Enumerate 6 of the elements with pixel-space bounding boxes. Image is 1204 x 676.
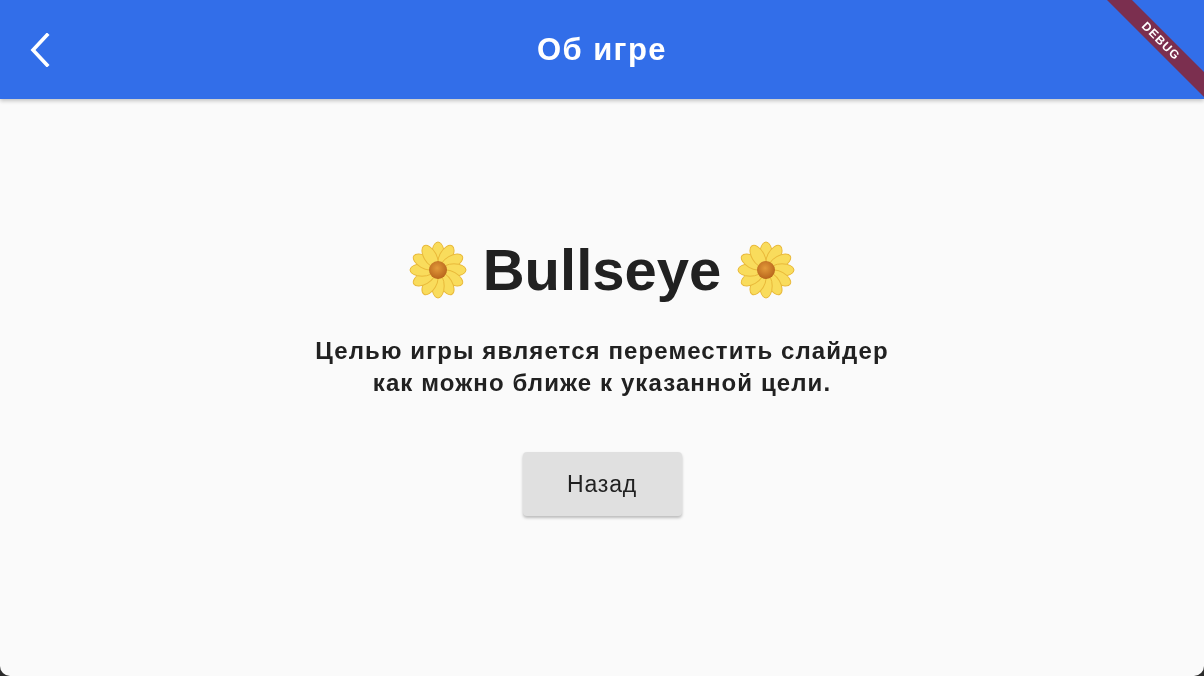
flower-icon [737, 241, 796, 299]
description-text: Целью игры является переместить слайдер как можно ближе к указанной цели. [314, 336, 890, 398]
page-title: Об игре [537, 31, 667, 68]
chevron-left-icon [30, 32, 50, 67]
back-text-button[interactable]: Назад [522, 452, 682, 516]
flower-icon [408, 241, 467, 299]
